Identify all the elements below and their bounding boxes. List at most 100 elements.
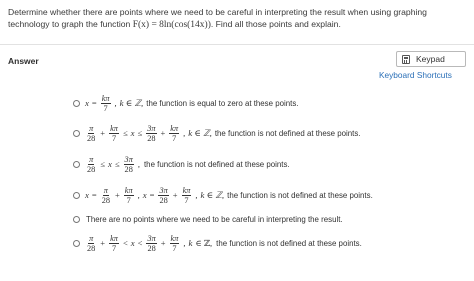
denominator: 7 <box>111 243 117 253</box>
denominator: 28 <box>101 195 110 205</box>
fraction: π 28 <box>86 124 96 143</box>
radio-button[interactable] <box>73 129 80 137</box>
fraction: 3π 28 <box>146 123 157 143</box>
numerator: 3π <box>158 185 169 196</box>
radio-button[interactable] <box>73 99 80 107</box>
function-expression: F(x) = 8ln(cos(14x)) <box>132 20 211 30</box>
math-comma: , <box>183 238 186 248</box>
math-comma: , <box>183 128 186 138</box>
math-k-in-z: k ∈ ℤ, <box>188 127 212 138</box>
math-comma: , <box>137 159 140 169</box>
math-lt: < <box>122 238 128 248</box>
fraction: 3π 28 <box>146 233 157 253</box>
answer-option-3[interactable]: π 28 ≤ x ≤ 3π 28 , the function is not def… <box>73 153 290 175</box>
keypad-button[interactable]: Keypad <box>396 51 466 67</box>
answer-option-5[interactable]: There are no points where we need to be … <box>73 208 343 230</box>
radio-button[interactable] <box>73 191 80 199</box>
numerator: kπ <box>169 233 180 244</box>
option-text: the function is equal to zero at these p… <box>146 98 299 108</box>
fraction: kπ 7 <box>169 233 180 253</box>
denominator: 7 <box>103 103 108 113</box>
answer-label: Answer <box>8 56 39 66</box>
denominator: 28 <box>124 164 133 174</box>
option-text: the function is not defined at these poi… <box>214 128 361 138</box>
math-var-k: k <box>188 238 193 248</box>
math-le: ≤ <box>122 128 128 138</box>
math-le: ≤ <box>137 128 143 138</box>
numerator: kπ <box>181 185 192 196</box>
denominator: 28 <box>87 164 96 174</box>
numerator: kπ <box>100 93 111 104</box>
numerator: kπ <box>169 123 180 134</box>
math-plus: + <box>115 190 120 200</box>
fraction: kπ 7 <box>109 234 119 253</box>
divider <box>0 44 474 45</box>
keypad-label: Keypad <box>416 54 445 64</box>
denominator: 28 <box>147 243 156 253</box>
math-k-in-z: k ∈ ℤ, <box>200 189 225 200</box>
math-plus: + <box>172 190 178 200</box>
answer-option-1[interactable]: x = kπ 7 , k ∈ ℤ, the function is equal t… <box>73 92 298 114</box>
math-var-x: x <box>142 190 147 200</box>
math-equals: = <box>91 98 97 108</box>
radio-button[interactable] <box>73 239 80 247</box>
math-lt: < <box>137 238 143 248</box>
math-k-in-z: k ∈ ℤ, <box>119 97 144 108</box>
math-var-x: x <box>130 128 135 138</box>
denominator: 28 <box>147 133 156 143</box>
math-equals: = <box>149 190 155 200</box>
math-var-x: x <box>85 98 89 108</box>
radio-button[interactable] <box>73 160 80 168</box>
math-plus: + <box>100 238 106 248</box>
math-le: ≤ <box>100 159 105 169</box>
numerator: kπ <box>109 123 119 134</box>
denominator: 28 <box>159 195 168 205</box>
denominator: 7 <box>111 133 117 143</box>
math-plus: + <box>100 128 106 138</box>
fraction: π 28 <box>86 234 96 253</box>
answer-option-4[interactable]: x = π 28 + kπ 7 , x = 3π 28 + kπ 7 , k ∈ ℤ, … <box>73 184 373 206</box>
math-comma: , <box>195 190 198 200</box>
fraction: π 28 <box>86 155 96 174</box>
fraction: kπ 7 <box>123 185 134 205</box>
option-text: the function is not defined at these poi… <box>227 190 373 200</box>
denominator: 7 <box>172 133 177 143</box>
math-comma: , <box>137 190 140 200</box>
fraction: π 28 <box>101 186 111 205</box>
fraction: 3π 28 <box>158 185 169 205</box>
denominator: 7 <box>172 243 177 253</box>
numerator: π <box>88 154 95 165</box>
option-text: the function is not defined at these poi… <box>143 159 290 169</box>
fraction: kπ 7 <box>169 123 180 143</box>
denominator: 28 <box>87 133 96 143</box>
numerator: kπ <box>123 185 134 196</box>
numerator: kπ <box>109 233 119 244</box>
keypad-icon <box>402 54 410 64</box>
denominator: 7 <box>184 195 189 205</box>
math-comma: , <box>114 98 117 108</box>
question-text: Determine whether there are points where… <box>8 6 468 31</box>
denominator: 7 <box>126 195 131 205</box>
answer-option-6[interactable]: π 28 + kπ 7 < x < 3π 28 + kπ 7 , k ∈ ℤ, the … <box>73 232 362 254</box>
math-plus: + <box>160 238 166 248</box>
option-text: the function is not defined at these poi… <box>216 238 362 248</box>
numerator: π <box>102 185 109 196</box>
fraction: kπ 7 <box>181 185 192 205</box>
numerator: 3π <box>146 123 157 134</box>
math-le: ≤ <box>114 159 120 169</box>
denominator: 28 <box>87 243 96 253</box>
numerator: π <box>88 233 95 244</box>
keyboard-shortcuts-link[interactable]: Keyboard Shortcuts <box>379 70 452 80</box>
math-equals: = <box>91 190 97 200</box>
question-suffix: . Find all those points and explain. <box>210 19 341 29</box>
numerator: π <box>88 123 95 134</box>
math-var-x: x <box>85 190 89 200</box>
math-var-x: x <box>107 159 112 169</box>
numerator: 3π <box>123 154 134 165</box>
radio-button[interactable] <box>73 215 80 223</box>
numerator: 3π <box>146 233 157 244</box>
option-text: There are no points where we need to be … <box>86 214 343 224</box>
answer-option-2[interactable]: π 28 + kπ 7 ≤ x ≤ 3π 28 + kπ 7 , k ∈ ℤ, the … <box>73 122 360 144</box>
fraction: 3π 28 <box>123 154 134 174</box>
math-var-x: x <box>130 238 135 248</box>
